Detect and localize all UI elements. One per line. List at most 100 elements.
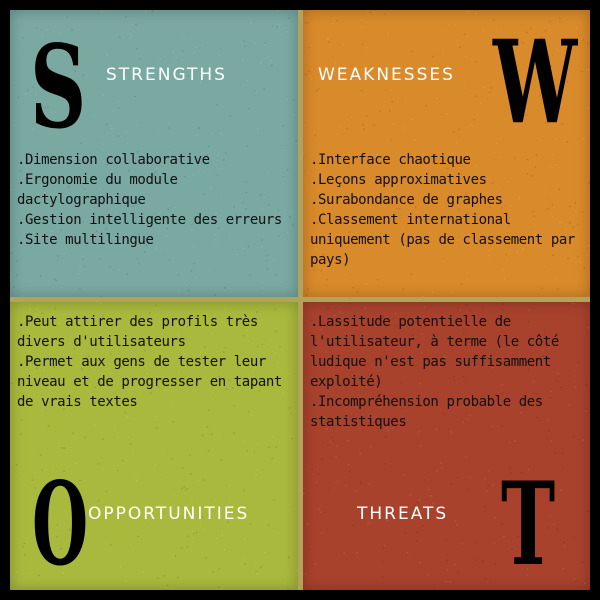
strengths-letter: S bbox=[30, 19, 87, 155]
texture-speck bbox=[255, 561, 257, 563]
texture-speck bbox=[109, 266, 111, 268]
texture-speck bbox=[155, 427, 158, 429]
texture-speck bbox=[236, 253, 238, 256]
texture-speck bbox=[214, 294, 217, 296]
texture-speck bbox=[253, 451, 256, 453]
texture-speck bbox=[445, 580, 447, 583]
texture-speck bbox=[177, 274, 179, 276]
texture-speck bbox=[305, 294, 308, 296]
texture-speck bbox=[436, 470, 439, 472]
texture-speck bbox=[454, 24, 456, 26]
texture-speck bbox=[190, 270, 193, 272]
texture-speck bbox=[336, 133, 339, 135]
texture-speck bbox=[475, 559, 477, 561]
threats-title: THREATS bbox=[357, 504, 449, 524]
texture-speck bbox=[193, 533, 195, 535]
texture-speck bbox=[363, 128, 365, 131]
texture-speck bbox=[446, 112, 448, 115]
texture-speck bbox=[194, 277, 197, 279]
texture-speck bbox=[84, 436, 86, 439]
texture-speck bbox=[61, 447, 63, 449]
texture-speck bbox=[450, 291, 453, 293]
texture-speck bbox=[314, 563, 316, 565]
texture-speck bbox=[403, 474, 405, 476]
texture-speck bbox=[381, 576, 384, 578]
texture-speck bbox=[367, 14, 369, 17]
texture-speck bbox=[184, 492, 186, 495]
texture-speck bbox=[92, 115, 94, 118]
texture-speck bbox=[77, 272, 80, 275]
texture-speck bbox=[355, 490, 357, 492]
texture-speck bbox=[579, 21, 581, 23]
texture-speck bbox=[157, 577, 159, 579]
texture-speck bbox=[450, 483, 452, 485]
opportunities-list: .Peut attirer des profils très divers d'… bbox=[17, 312, 289, 412]
texture-speck bbox=[584, 582, 586, 585]
list-item: .Site multilingue bbox=[17, 232, 154, 248]
texture-speck bbox=[349, 471, 351, 473]
texture-speck bbox=[494, 563, 496, 565]
texture-speck bbox=[216, 104, 218, 106]
threats-quadrant: .Lassitude potentielle de l'utilisateur,… bbox=[303, 302, 590, 590]
texture-speck bbox=[403, 127, 405, 129]
texture-speck bbox=[313, 131, 315, 134]
texture-speck bbox=[129, 36, 132, 38]
texture-speck bbox=[425, 498, 427, 501]
texture-speck bbox=[455, 142, 458, 145]
texture-speck bbox=[430, 495, 432, 497]
texture-speck bbox=[457, 571, 459, 574]
texture-speck bbox=[546, 437, 548, 439]
texture-speck bbox=[567, 463, 569, 465]
texture-speck bbox=[336, 20, 339, 22]
texture-speck bbox=[292, 436, 294, 438]
texture-speck bbox=[243, 40, 245, 42]
texture-speck bbox=[562, 568, 564, 570]
texture-speck bbox=[446, 559, 449, 561]
texture-speck bbox=[560, 489, 562, 491]
texture-speck bbox=[216, 537, 218, 539]
texture-speck bbox=[390, 89, 393, 91]
texture-speck bbox=[79, 265, 81, 268]
texture-speck bbox=[190, 473, 192, 475]
texture-speck bbox=[117, 135, 119, 137]
texture-speck bbox=[127, 142, 129, 145]
texture-speck bbox=[458, 128, 461, 130]
texture-speck bbox=[575, 579, 577, 582]
texture-speck bbox=[110, 125, 113, 127]
texture-speck bbox=[414, 139, 417, 141]
texture-speck bbox=[466, 278, 469, 281]
texture-speck bbox=[10, 460, 13, 462]
texture-speck bbox=[295, 139, 298, 142]
texture-speck bbox=[360, 481, 362, 483]
texture-speck bbox=[404, 532, 407, 534]
texture-speck bbox=[221, 587, 223, 590]
texture-speck bbox=[136, 257, 139, 260]
texture-speck bbox=[253, 42, 256, 44]
texture-speck bbox=[260, 62, 262, 64]
texture-speck bbox=[585, 410, 587, 412]
texture-speck bbox=[436, 97, 438, 99]
texture-speck bbox=[16, 260, 19, 262]
texture-speck bbox=[342, 43, 344, 46]
texture-speck bbox=[17, 96, 19, 99]
texture-speck bbox=[489, 91, 491, 93]
texture-speck bbox=[287, 555, 290, 558]
texture-speck bbox=[343, 552, 345, 554]
texture-speck bbox=[209, 269, 211, 271]
texture-speck bbox=[447, 23, 450, 26]
texture-speck bbox=[573, 436, 575, 438]
texture-speck bbox=[208, 145, 210, 148]
texture-speck bbox=[464, 33, 466, 36]
texture-speck bbox=[379, 110, 381, 112]
texture-speck bbox=[242, 559, 245, 561]
texture-speck bbox=[332, 22, 334, 25]
texture-speck bbox=[317, 473, 320, 475]
texture-speck bbox=[311, 468, 314, 471]
texture-speck bbox=[98, 499, 100, 502]
texture-speck bbox=[119, 36, 121, 38]
texture-speck bbox=[580, 38, 582, 40]
list-item: .Dimension collaborative bbox=[17, 152, 210, 168]
texture-speck bbox=[335, 456, 337, 458]
texture-speck bbox=[285, 98, 288, 101]
texture-speck bbox=[136, 480, 138, 482]
